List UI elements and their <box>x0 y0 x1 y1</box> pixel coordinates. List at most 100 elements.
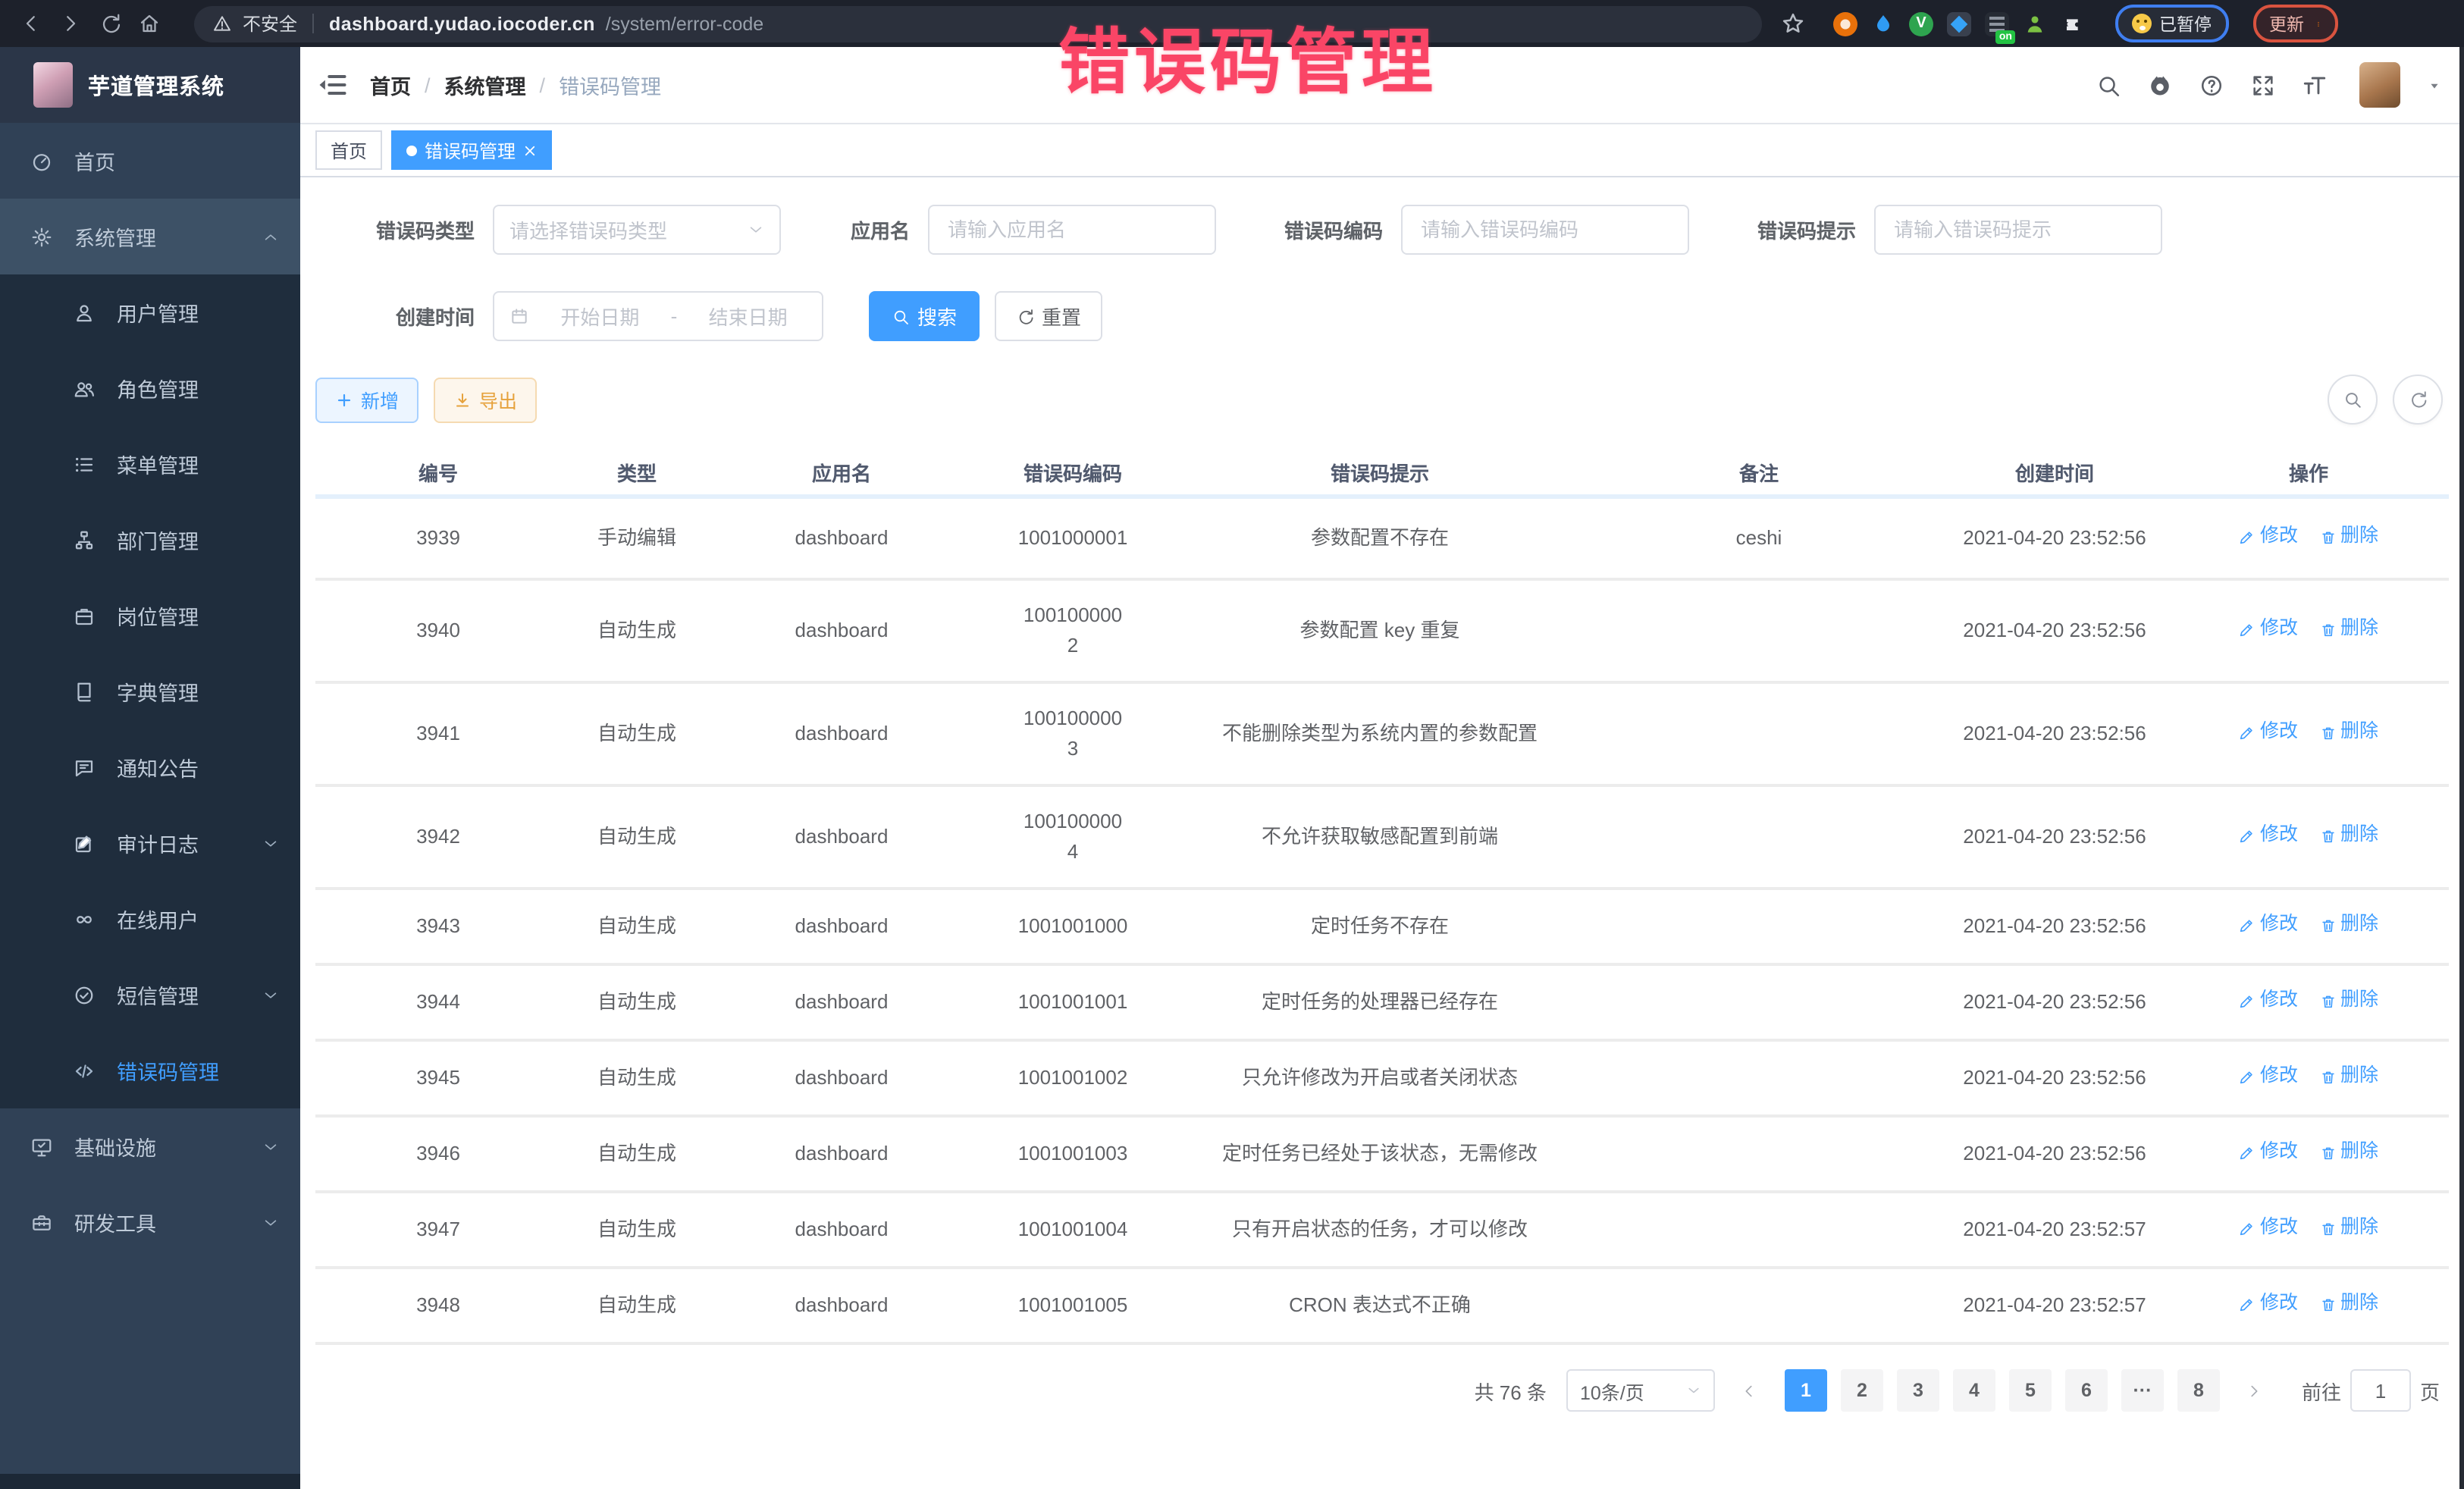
search-button[interactable]: 搜索 <box>869 291 980 341</box>
extension-grid-icon[interactable] <box>1947 11 1971 36</box>
page-button[interactable]: 8 <box>2177 1369 2220 1412</box>
export-button[interactable]: 导出 <box>434 377 537 422</box>
edit-link[interactable]: 修改 <box>2239 1138 2298 1168</box>
github-icon[interactable] <box>2147 72 2173 98</box>
table-row[interactable]: 3946自动生成dashboard1001001003定时任务已经处于该状态，无… <box>315 1118 2449 1193</box>
delete-link[interactable]: 删除 <box>2319 911 2378 940</box>
font-size-icon[interactable] <box>2302 72 2328 98</box>
sidebar-item-monitor[interactable]: 基础设施 <box>0 1108 300 1184</box>
edit-link[interactable]: 修改 <box>2239 821 2298 851</box>
page-button[interactable]: 1 <box>1785 1369 1827 1412</box>
extension-person-icon[interactable] <box>2023 11 2047 36</box>
page-button[interactable]: 2 <box>1841 1369 1883 1412</box>
cell-id: 3948 <box>315 1284 561 1327</box>
next-page-button[interactable] <box>2234 1369 2276 1412</box>
table-row[interactable]: 3940自动生成dashboard1001000002参数配置 key 重复20… <box>315 581 2449 684</box>
sidebar-item-badge[interactable]: 岗位管理 <box>0 578 300 654</box>
delete-link[interactable]: 删除 <box>2319 1290 2378 1319</box>
sidebar-item-msg[interactable]: 短信管理 <box>0 957 300 1033</box>
sidebar-item-user[interactable]: 用户管理 <box>0 274 300 350</box>
delete-link[interactable]: 删除 <box>2319 986 2378 1016</box>
table-row[interactable]: 3942自动生成dashboard1001000004不允许获取敏感配置到前端2… <box>315 787 2449 890</box>
sidebar-item-inf[interactable]: 在线用户 <box>0 881 300 957</box>
edit-link[interactable]: 修改 <box>2239 986 2298 1016</box>
fullscreen-icon[interactable] <box>2250 72 2276 98</box>
prev-page-button[interactable] <box>1729 1369 1771 1412</box>
address-bar[interactable]: 不安全 dashboard.yudao.iocoder.cn/system/er… <box>194 5 1762 42</box>
table-row[interactable]: 3948自动生成dashboard1001001005CRON 表达式不正确20… <box>315 1269 2449 1345</box>
extension-list-icon[interactable]: on <box>1985 11 2009 36</box>
delete-link[interactable]: 删除 <box>2319 821 2378 851</box>
add-button[interactable]: 新增 <box>315 377 419 422</box>
tag-error-code[interactable]: 错误码管理 <box>391 130 552 170</box>
extension-green-check-icon[interactable]: V <box>1909 11 1933 36</box>
sidebar-item-label: 短信管理 <box>117 980 241 1010</box>
goto-page-input[interactable] <box>2350 1369 2411 1412</box>
delete-link[interactable]: 删除 <box>2319 522 2378 552</box>
error-msg-input[interactable] <box>1874 205 2162 255</box>
edit-link[interactable]: 修改 <box>2239 1062 2298 1092</box>
user-menu-caret-icon[interactable] <box>2426 77 2443 93</box>
extensions-puzzle-icon[interactable] <box>2061 11 2085 36</box>
help-icon[interactable] <box>2199 72 2224 98</box>
edit-link[interactable]: 修改 <box>2239 615 2298 644</box>
extension-drop-icon[interactable] <box>1871 11 1895 36</box>
sidebar-item-chat[interactable]: 通知公告 <box>0 729 300 805</box>
edit-link[interactable]: 修改 <box>2239 718 2298 748</box>
page-ellipsis-button[interactable]: ··· <box>2121 1369 2164 1412</box>
edit-link[interactable]: 修改 <box>2239 522 2298 552</box>
table-row[interactable]: 3941自动生成dashboard1001000003不能删除类型为系统内置的参… <box>315 684 2449 787</box>
table-row[interactable]: 3943自动生成dashboard1001001000定时任务不存在2021-0… <box>315 890 2449 966</box>
sidebar-item-users[interactable]: 角色管理 <box>0 350 300 426</box>
table-row[interactable]: 3945自动生成dashboard1001001002只允许修改为开启或者关闭状… <box>315 1042 2449 1118</box>
refresh-table-button[interactable] <box>2393 375 2443 425</box>
page-button[interactable]: 3 <box>1897 1369 1939 1412</box>
sidebar-item-gauge[interactable]: 首页 <box>0 123 300 199</box>
sidebar-item-code[interactable]: 错误码管理 <box>0 1033 300 1108</box>
breadcrumb-system[interactable]: 系统管理 <box>444 70 526 100</box>
sidebar-item-toolbox[interactable]: 研发工具 <box>0 1184 300 1260</box>
delete-link[interactable]: 删除 <box>2319 1062 2378 1092</box>
close-icon[interactable] <box>523 143 537 157</box>
sidebar-item-edit[interactable]: 审计日志 <box>0 805 300 881</box>
edit-link[interactable]: 修改 <box>2239 1290 2298 1319</box>
sidebar-item-book[interactable]: 字典管理 <box>0 654 300 729</box>
tree-icon <box>73 528 96 551</box>
sidebar-fold-icon[interactable] <box>315 68 349 102</box>
table-row[interactable]: 3944自动生成dashboard1001001001定时任务的处理器已经存在2… <box>315 966 2449 1042</box>
browser-home-button[interactable] <box>133 8 164 39</box>
sidebar-item-gear[interactable]: 系统管理 <box>0 199 300 274</box>
page-size-select[interactable]: 10条/页 <box>1566 1369 1715 1412</box>
table-row[interactable]: 3939手动编辑dashboard1001000001参数配置不存在ceshi2… <box>315 499 2449 581</box>
browser-update-button[interactable]: 更新 <box>2252 5 2337 42</box>
edit-link[interactable]: 修改 <box>2239 911 2298 940</box>
table-row[interactable]: 3947自动生成dashboard1001001004只有开启状态的任务，才可以… <box>315 1193 2449 1269</box>
profile-paused-chip[interactable]: 已暂停 <box>2115 5 2228 42</box>
app-name-input[interactable] <box>928 205 1216 255</box>
extension-orange-icon[interactable] <box>1833 11 1857 36</box>
sidebar-item-tree[interactable]: 部门管理 <box>0 502 300 578</box>
page-button[interactable]: 4 <box>1953 1369 1995 1412</box>
delete-link[interactable]: 删除 <box>2319 718 2378 748</box>
date-range-picker[interactable]: 开始日期 - 结束日期 <box>493 291 823 341</box>
search-icon[interactable] <box>2096 72 2121 98</box>
bookmark-star-icon[interactable] <box>1780 11 1806 36</box>
tag-home[interactable]: 首页 <box>315 130 382 170</box>
delete-link[interactable]: 删除 <box>2319 1138 2378 1168</box>
page-button[interactable]: 5 <box>2009 1369 2052 1412</box>
page-button[interactable]: 6 <box>2065 1369 2108 1412</box>
error-code-input[interactable] <box>1401 205 1689 255</box>
delete-link[interactable]: 删除 <box>2319 1214 2378 1243</box>
reset-button[interactable]: 重置 <box>995 291 1102 341</box>
user-avatar[interactable] <box>2359 62 2400 108</box>
browser-reload-button[interactable] <box>94 8 124 39</box>
browser-forward-button[interactable] <box>55 8 85 39</box>
edit-link[interactable]: 修改 <box>2239 1214 2298 1243</box>
error-type-select[interactable]: 请选择错误码类型 <box>493 205 781 255</box>
sidebar-item-list[interactable]: 菜单管理 <box>0 426 300 502</box>
browser-back-button[interactable] <box>15 8 45 39</box>
delete-link[interactable]: 删除 <box>2319 615 2378 644</box>
toggle-search-button[interactable] <box>2328 375 2378 425</box>
breadcrumb-home[interactable]: 首页 <box>370 70 411 100</box>
sidebar-logo[interactable]: 芋道管理系统 <box>0 47 300 123</box>
